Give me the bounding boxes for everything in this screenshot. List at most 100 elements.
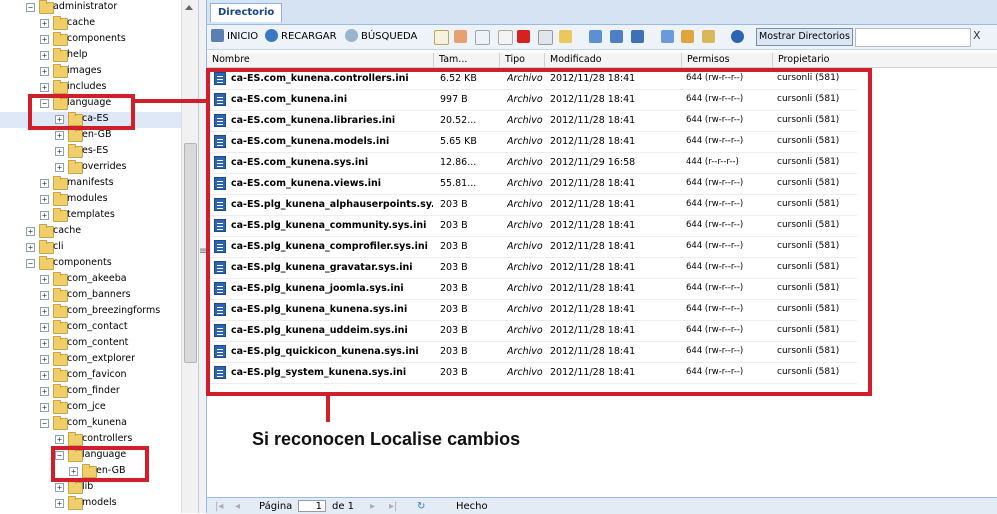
view-icon[interactable]	[589, 30, 602, 43]
expand-toggle[interactable]: +	[40, 83, 49, 92]
extract-icon[interactable]	[702, 30, 715, 43]
home-button[interactable]: INICIO	[211, 29, 258, 45]
tree-item-cli[interactable]: + cli	[0, 240, 181, 256]
tree-label: models	[82, 497, 117, 508]
expand-toggle[interactable]: +	[40, 403, 49, 412]
tree-item-com-contact[interactable]: + com_contact	[0, 320, 181, 336]
scrollbar-thumb[interactable]	[184, 143, 197, 363]
status-text: Hecho	[456, 501, 488, 512]
tree-item-models[interactable]: + models	[0, 496, 181, 512]
tree-item-com-content[interactable]: + com_content	[0, 336, 181, 352]
upload-icon[interactable]	[661, 30, 674, 43]
tree-item-com-breezingforms[interactable]: + com_breezingforms	[0, 304, 181, 320]
filter-input[interactable]	[855, 28, 971, 47]
tree-label: lib	[82, 481, 94, 492]
column-header-size[interactable]: Tam...	[434, 53, 500, 67]
reload-button[interactable]: RECARGAR	[265, 29, 337, 45]
tree-item-com-finder[interactable]: + com_finder	[0, 384, 181, 400]
tree-item-com-jce[interactable]: + com_jce	[0, 400, 181, 416]
search-button[interactable]: BÚSQUEDA	[345, 29, 417, 45]
tree-item-com-extplorer[interactable]: + com_extplorer	[0, 352, 181, 368]
refresh-icon[interactable]: ↻	[417, 501, 425, 512]
tree-item-cache[interactable]: + cache	[0, 16, 181, 32]
diff-icon[interactable]	[610, 30, 623, 43]
tree-item-lib[interactable]: + lib	[0, 480, 181, 496]
copy-icon[interactable]	[475, 30, 490, 45]
highlight-box-file-list	[206, 68, 872, 396]
prev-page-icon[interactable]: ◂	[235, 501, 240, 512]
tree-item-components[interactable]: + components	[0, 32, 181, 48]
expand-toggle[interactable]: +	[40, 275, 49, 284]
show-directories-button[interactable]: Mostrar Directorios	[756, 28, 853, 46]
folder-icon	[68, 480, 83, 494]
expand-toggle[interactable]: +	[55, 131, 64, 140]
tree-item-com-favicon[interactable]: + com_favicon	[0, 368, 181, 384]
expand-toggle[interactable]: +	[55, 435, 64, 444]
expand-toggle[interactable]: +	[26, 227, 35, 236]
first-page-icon[interactable]: |◂	[215, 501, 223, 512]
tree-item-com-akeeba[interactable]: + com_akeeba	[0, 272, 181, 288]
tree-label: templates	[67, 209, 115, 220]
column-header-name[interactable]: Nombre	[207, 53, 434, 67]
expand-toggle[interactable]: +	[40, 35, 49, 44]
tab-directorio[interactable]: Directorio	[210, 3, 283, 22]
tree-item-help[interactable]: + help	[0, 48, 181, 64]
edit-icon[interactable]	[454, 30, 467, 43]
last-page-icon[interactable]: ▸|	[389, 501, 397, 512]
expand-toggle[interactable]: +	[26, 243, 35, 252]
collapse-toggle[interactable]: −	[26, 259, 35, 268]
scroll-up-arrow-icon[interactable]	[185, 5, 193, 10]
tree-item-es-es[interactable]: + es-ES	[0, 144, 181, 160]
column-header-modified[interactable]: Modificado	[545, 53, 682, 67]
expand-toggle[interactable]: +	[40, 371, 49, 380]
expand-toggle[interactable]: +	[40, 195, 49, 204]
expand-toggle[interactable]: +	[40, 67, 49, 76]
expand-toggle[interactable]: +	[40, 179, 49, 188]
expand-toggle[interactable]: +	[55, 483, 64, 492]
collapse-toggle[interactable]: −	[26, 3, 35, 12]
tree-item-modules[interactable]: + modules	[0, 192, 181, 208]
expand-toggle[interactable]: +	[40, 387, 49, 396]
next-page-icon[interactable]: ▸	[370, 501, 375, 512]
tree-item-administrator[interactable]: − administrator	[0, 0, 181, 16]
delete-icon[interactable]	[517, 30, 530, 43]
tree-item-images[interactable]: + images	[0, 64, 181, 80]
reload-label: RECARGAR	[281, 31, 337, 42]
column-header-permissions[interactable]: Permisos	[682, 53, 773, 67]
tree-item-en-gb[interactable]: + en-GB	[0, 128, 181, 144]
expand-toggle[interactable]: +	[40, 19, 49, 28]
expand-toggle[interactable]: +	[40, 323, 49, 332]
expand-toggle[interactable]: +	[40, 307, 49, 316]
column-header-owner[interactable]: Propietario	[773, 53, 997, 67]
expand-toggle[interactable]: +	[40, 211, 49, 220]
help-icon[interactable]	[731, 30, 744, 43]
folder-icon	[68, 144, 83, 158]
download-icon[interactable]	[631, 30, 644, 43]
tree-label: com_kunena	[67, 417, 127, 428]
expand-toggle[interactable]: +	[40, 339, 49, 348]
tree-item-manifests[interactable]: + manifests	[0, 176, 181, 192]
tree-item-templates[interactable]: + templates	[0, 208, 181, 224]
rename-icon[interactable]	[538, 30, 553, 45]
expand-toggle[interactable]: +	[55, 163, 64, 172]
collapse-toggle[interactable]: −	[40, 419, 49, 428]
page-number-input[interactable]: 1	[298, 500, 326, 512]
expand-toggle[interactable]: +	[40, 291, 49, 300]
expand-toggle[interactable]: +	[55, 147, 64, 156]
column-header-type[interactable]: Tipo	[500, 53, 545, 67]
tree-item-com-kunena[interactable]: − com_kunena	[0, 416, 181, 432]
archive-icon[interactable]	[681, 30, 694, 43]
move-icon[interactable]	[498, 30, 513, 45]
expand-toggle[interactable]: +	[55, 499, 64, 508]
expand-toggle[interactable]: +	[40, 51, 49, 60]
tree-item-components-root[interactable]: − components	[0, 256, 181, 272]
paging-toolbar: |◂ ◂ Página 1 de 1 ▸ ▸| ↻ Hecho	[207, 497, 997, 514]
chmod-icon[interactable]	[559, 30, 572, 43]
expand-toggle[interactable]: +	[40, 355, 49, 364]
tree-scrollbar[interactable]	[181, 0, 198, 513]
tree-item-com-banners[interactable]: + com_banners	[0, 288, 181, 304]
new-file-icon[interactable]	[434, 30, 449, 45]
clear-filter-button[interactable]: X	[973, 29, 981, 42]
tree-item-cache-root[interactable]: + cache	[0, 224, 181, 240]
tree-item-overrides[interactable]: + overrides	[0, 160, 181, 176]
